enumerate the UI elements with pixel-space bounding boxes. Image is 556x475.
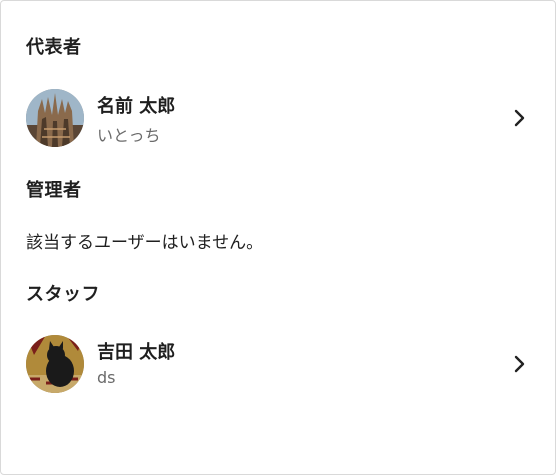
member-name: 吉田 太郎	[97, 342, 176, 363]
section-title-representative: 代表者	[26, 37, 82, 58]
avatar	[26, 335, 84, 393]
member-row-staff[interactable]: 吉田 太郎 ds	[1, 332, 555, 396]
avatar	[26, 89, 84, 147]
chevron-right-icon	[514, 109, 525, 127]
member-row-representative[interactable]: 名前 太郎 いとっち	[1, 86, 555, 150]
chevron-right-icon	[514, 355, 525, 373]
section-title-staff: スタッフ	[26, 284, 100, 305]
member-name: 名前 太郎	[97, 96, 176, 117]
members-card: 代表者 名前 太郎 いとっち 管理者 該当するユーザーはいません。 スタッフ 吉…	[0, 0, 556, 475]
empty-message: 該当するユーザーはいません。	[26, 233, 264, 253]
member-nickname: ds	[97, 368, 116, 387]
member-nickname: いとっち	[97, 126, 161, 145]
section-title-admin: 管理者	[26, 180, 82, 201]
